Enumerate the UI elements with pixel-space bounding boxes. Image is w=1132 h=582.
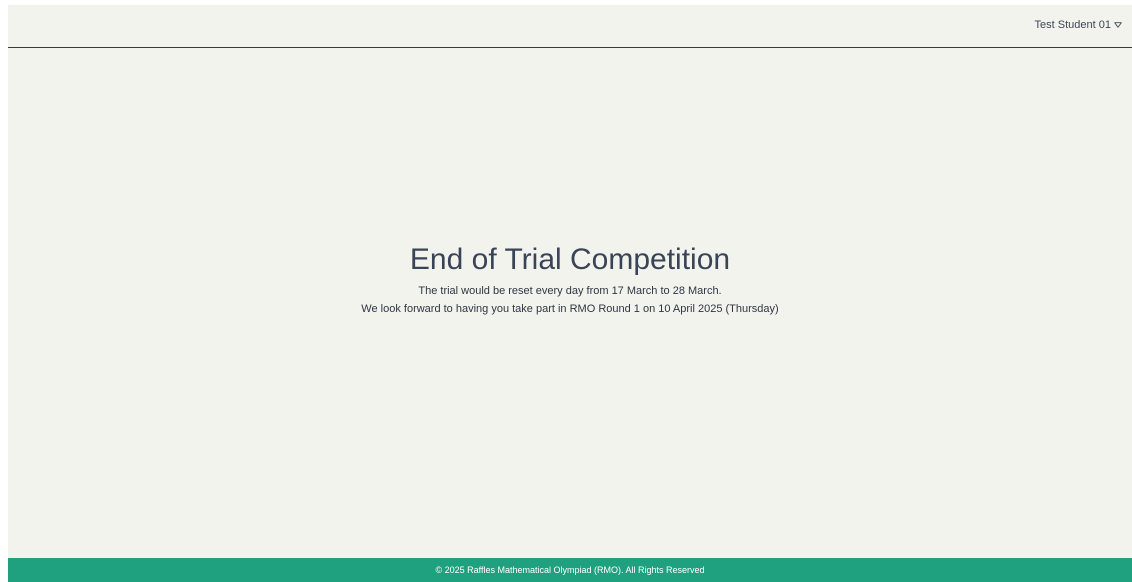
page-title: End of Trial Competition xyxy=(409,243,731,276)
footer: © 2025 Raffles Mathematical Olympiad (RM… xyxy=(8,558,1132,582)
app-frame: Test Student 01 End of Trial Competition… xyxy=(8,5,1132,582)
round-info-message: We look forward to having you take part … xyxy=(361,303,779,315)
user-name: Test Student 01 xyxy=(1034,19,1111,31)
trial-reset-message: The trial would be reset every day from … xyxy=(418,285,722,297)
chevron-down-icon xyxy=(1114,22,1122,28)
main-content: End of Trial Competition The trial would… xyxy=(8,48,1132,558)
copyright-text: © 2025 Raffles Mathematical Olympiad (RM… xyxy=(435,565,705,575)
top-bar: Test Student 01 xyxy=(8,5,1132,48)
user-menu[interactable]: Test Student 01 xyxy=(1035,19,1122,31)
